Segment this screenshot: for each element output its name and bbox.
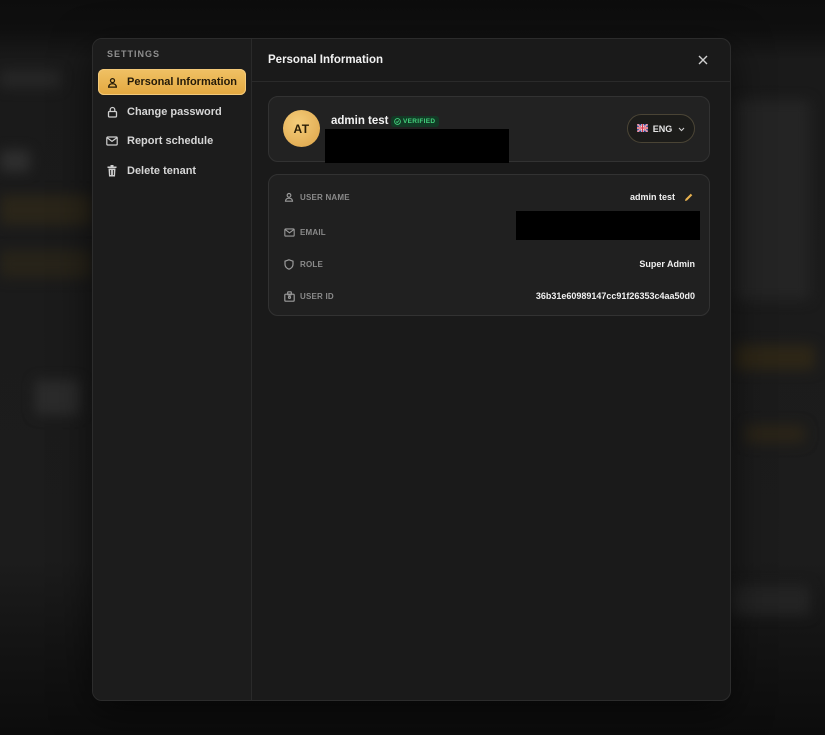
detail-label-text: USER ID [300, 291, 334, 301]
detail-label: USER ID [283, 290, 334, 302]
shield-icon [283, 258, 295, 270]
redacted-email [325, 129, 509, 163]
sidebar-item-label: Personal Information [127, 76, 238, 88]
page-title: Personal Information [268, 54, 384, 66]
pencil-icon [685, 193, 693, 201]
verified-badge-label: VERIFIED [403, 118, 436, 125]
trash-icon [106, 164, 118, 177]
language-selector[interactable]: ENG [627, 114, 695, 143]
sidebar-item-change-password[interactable]: Change password [98, 99, 246, 125]
background-blur [0, 150, 30, 172]
detail-label-text: ROLE [300, 259, 324, 269]
detail-row-user-name: USER NAME admin test [269, 189, 709, 205]
background-blur [735, 345, 815, 370]
user-id-value: 36b31e60989147cc91f26353c4aa50d0 [535, 291, 695, 301]
user-name-value: admin test [629, 192, 675, 202]
mail-icon [106, 135, 118, 147]
details-card: USER NAME admin test EMAIL ROLE Super Ad… [268, 174, 710, 316]
sidebar-item-personal-information[interactable]: Personal Information [98, 69, 246, 95]
user-icon [283, 191, 295, 203]
detail-row-user-id: USER ID 36b31e60989147cc91f26353c4aa50d0 [269, 288, 709, 304]
sidebar-heading: SETTINGS [107, 49, 161, 59]
profile-card: AT admin test VERIFIED ENG [268, 96, 710, 163]
background-blur [735, 100, 810, 300]
detail-label-text: EMAIL [300, 227, 326, 237]
background-blur [0, 195, 92, 225]
settings-modal: SETTINGS Personal Information Change pas… [92, 38, 731, 701]
background-blur [745, 425, 805, 443]
background-blur [35, 380, 80, 415]
sidebar-item-label: Change password [127, 105, 222, 118]
detail-row-role: ROLE Super Admin [269, 256, 709, 272]
sidebar-item-report-schedule[interactable]: Report schedule [98, 128, 246, 154]
language-label: ENG [652, 123, 673, 134]
redacted-email [516, 211, 700, 240]
settings-sidebar: SETTINGS Personal Information Change pas… [93, 39, 252, 700]
sidebar-item-delete-tenant[interactable]: Delete tenant [98, 158, 246, 184]
user-icon [106, 76, 118, 88]
detail-label: USER NAME [283, 191, 350, 203]
sidebar-item-label: Report schedule [127, 135, 214, 147]
background-blur [730, 585, 810, 615]
sidebar-item-label: Delete tenant [127, 164, 197, 177]
check-circle-icon [394, 118, 401, 125]
avatar: AT [283, 110, 320, 147]
detail-label: EMAIL [283, 226, 326, 238]
role-value: Super Admin [639, 259, 695, 269]
settings-content: Personal Information AT admin test VERIF… [252, 39, 730, 700]
close-button[interactable] [696, 53, 710, 67]
lock-icon [106, 106, 118, 118]
detail-label-text: USER NAME [300, 192, 350, 202]
mail-icon [283, 226, 295, 238]
background-blur [0, 250, 92, 278]
edit-user-name-button[interactable] [683, 191, 695, 203]
detail-label: ROLE [283, 258, 323, 270]
uk-flag-icon [636, 122, 649, 134]
profile-name: admin test [331, 115, 389, 127]
id-badge-icon [283, 290, 295, 302]
content-header: Personal Information [252, 39, 730, 82]
chevron-down-icon [678, 124, 685, 134]
close-icon [698, 55, 708, 65]
verified-badge: VERIFIED [391, 116, 440, 127]
background-blur [0, 70, 60, 88]
detail-value: admin test [630, 191, 695, 203]
